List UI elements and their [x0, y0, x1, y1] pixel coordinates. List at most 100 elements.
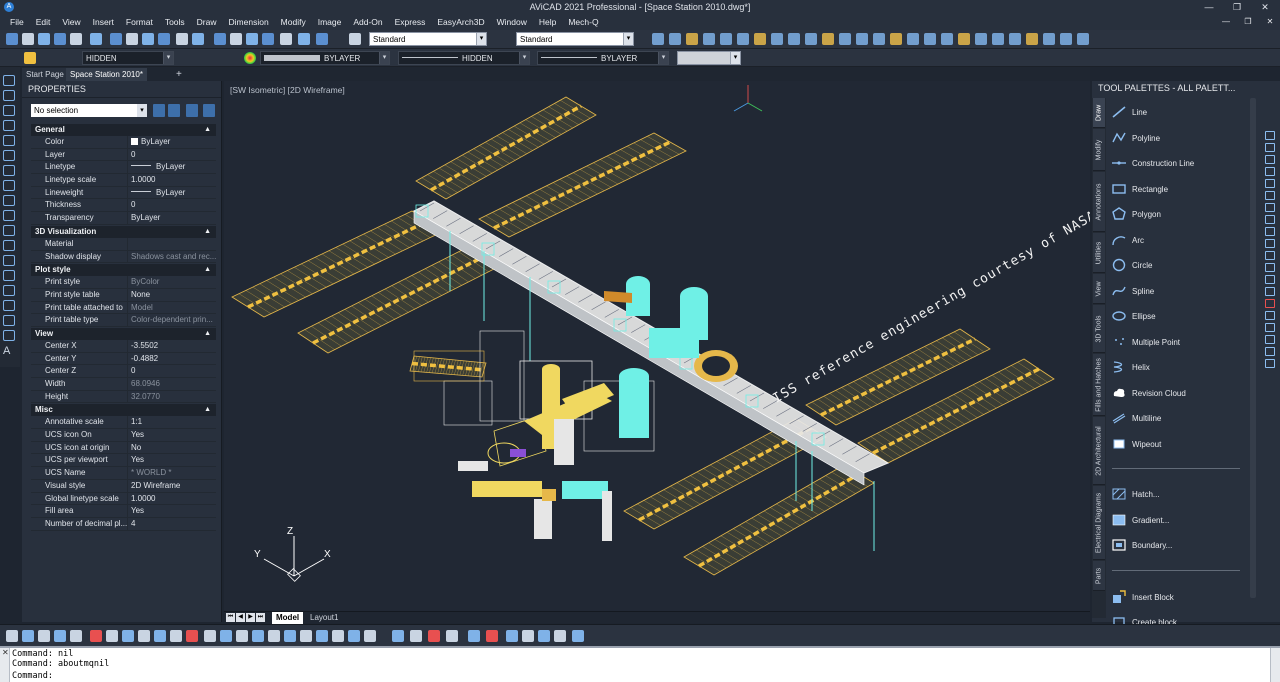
collapse-icon[interactable]: ▲	[204, 226, 211, 238]
property-section-header[interactable]: Plot style ▲	[31, 264, 216, 277]
polyline-tool-icon[interactable]	[3, 90, 15, 101]
property-value[interactable]: 32.0770	[128, 391, 216, 403]
property-value[interactable]: ByLayer	[128, 161, 216, 173]
redo-icon[interactable]	[192, 33, 204, 45]
dimension-tool-icon[interactable]	[1077, 33, 1089, 45]
palette-item-revision-cloud[interactable]: Revision Cloud	[1110, 382, 1248, 404]
status-tool-icon[interactable]	[70, 630, 82, 642]
palette-item-gradient[interactable]: Gradient...	[1110, 509, 1248, 531]
print-preview-icon[interactable]	[90, 33, 102, 45]
menu-window[interactable]: Window	[491, 17, 533, 27]
status-tool-icon[interactable]	[284, 630, 296, 642]
property-value[interactable]: Color-dependent prin...	[128, 314, 216, 326]
modify-tool-icon[interactable]	[1265, 347, 1275, 356]
property-value[interactable]: Yes	[128, 505, 216, 517]
palette-item-construction-line[interactable]: Construction Line	[1110, 152, 1248, 174]
property-value[interactable]: ByLayer	[128, 212, 216, 224]
dimension-tool-icon[interactable]	[788, 33, 800, 45]
zoom-realtime-icon[interactable]	[230, 33, 242, 45]
dimension-tool-icon[interactable]	[839, 33, 851, 45]
modify-tool-icon[interactable]	[1265, 215, 1275, 224]
dimension-tool-icon[interactable]	[822, 33, 834, 45]
property-value[interactable]: * WORLD *	[128, 467, 216, 479]
status-tool-icon[interactable]	[572, 630, 584, 642]
status-tool-icon[interactable]	[154, 630, 166, 642]
menu-add-on[interactable]: Add-On	[347, 17, 388, 27]
select-objects-icon[interactable]	[168, 104, 180, 117]
selection-combo[interactable]: No selection ▾	[31, 104, 147, 117]
palette-tab-annotations[interactable]: Annotations	[1093, 172, 1105, 232]
palette-item-insert-block[interactable]: Insert Block	[1110, 586, 1248, 608]
palette-item-polygon[interactable]: Polygon	[1110, 203, 1248, 225]
status-tool-icon[interactable]	[468, 630, 480, 642]
dimension-tool-icon[interactable]	[669, 33, 681, 45]
modify-tool-icon[interactable]	[1265, 203, 1275, 212]
property-value[interactable]: ByColor	[128, 276, 216, 288]
transparency-combo[interactable]: ▾	[677, 51, 741, 65]
modify-tool-icon[interactable]	[1265, 299, 1275, 308]
property-value[interactable]: 0	[128, 149, 216, 161]
property-value[interactable]: 1.0000	[128, 493, 216, 505]
doc-close-button[interactable]: ✕	[1260, 14, 1280, 30]
hatch-tool-icon[interactable]	[3, 210, 15, 221]
modify-tool-icon[interactable]	[1265, 179, 1275, 188]
close-command-icon[interactable]: ✕	[2, 648, 9, 657]
table-tool-icon[interactable]	[3, 300, 15, 311]
property-value[interactable]: -3.5502	[128, 340, 216, 352]
modify-tool-icon[interactable]	[1265, 311, 1275, 320]
property-value[interactable]: -0.4882	[128, 353, 216, 365]
property-row[interactable]: Center X -3.5502	[31, 339, 216, 353]
property-section-header[interactable]: General ▲	[31, 124, 216, 136]
status-tool-icon[interactable]	[252, 630, 264, 642]
layer-combo[interactable]: HIDDEN ▾	[82, 51, 174, 65]
property-row[interactable]: Visual style 2D Wireframe	[31, 479, 216, 493]
zoom-window-icon[interactable]	[246, 33, 258, 45]
toggle-pickadd-icon[interactable]	[153, 104, 165, 117]
dimension-tool-icon[interactable]	[958, 33, 970, 45]
dimension-tool-icon[interactable]	[720, 33, 732, 45]
save-as-icon[interactable]	[54, 33, 66, 45]
status-tool-icon[interactable]	[236, 630, 248, 642]
prev-layout-icon[interactable]: ◀	[236, 613, 245, 622]
property-row[interactable]: Center Z0	[31, 365, 216, 378]
status-tool-icon[interactable]	[522, 630, 534, 642]
new-tab-button[interactable]: +	[172, 68, 186, 81]
dimension-tool-icon[interactable]	[652, 33, 664, 45]
property-value[interactable]: No	[128, 442, 216, 454]
print-icon[interactable]	[70, 33, 82, 45]
property-value[interactable]: 68.0946	[128, 378, 216, 390]
status-tool-icon[interactable]	[22, 630, 34, 642]
status-tool-icon[interactable]	[38, 630, 50, 642]
status-tool-icon[interactable]	[364, 630, 376, 642]
rectangle-tool-icon[interactable]	[3, 135, 15, 146]
palette-item-helix[interactable]: Helix	[1110, 356, 1248, 378]
line-tool-icon[interactable]	[3, 75, 15, 86]
palette-item-polyline[interactable]: Polyline	[1110, 127, 1248, 149]
doc-restore-button[interactable]: ❐	[1238, 14, 1258, 30]
redraw-icon[interactable]	[298, 33, 310, 45]
palette-tab-3d-tools[interactable]: 3D Tools	[1093, 305, 1105, 353]
lineweight-combo[interactable]: BYLAYER ▾	[537, 51, 669, 65]
palette-item-boundary[interactable]: Boundary...	[1110, 534, 1248, 556]
modify-tool-icon[interactable]	[1265, 239, 1275, 248]
palette-item-arc[interactable]: Arc	[1110, 229, 1248, 251]
match-properties-icon[interactable]	[158, 33, 170, 45]
dimension-tool-icon[interactable]	[686, 33, 698, 45]
minimize-button[interactable]: —	[1196, 0, 1222, 14]
status-tool-icon[interactable]	[428, 630, 440, 642]
paste-icon[interactable]	[142, 33, 154, 45]
pan-icon[interactable]	[214, 33, 226, 45]
ellipse-arc-tool-icon[interactable]	[3, 240, 15, 251]
modify-tool-icon[interactable]	[1265, 191, 1275, 200]
circle-tool-icon[interactable]	[3, 165, 15, 176]
first-layout-icon[interactable]: ⏮	[226, 613, 235, 622]
palette-item-circle[interactable]: Circle	[1110, 254, 1248, 276]
arc-tool-icon[interactable]	[3, 105, 15, 116]
open-icon[interactable]	[22, 33, 34, 45]
property-row[interactable]: Print style table None	[31, 288, 216, 302]
property-value[interactable]: 2D Wireframe	[128, 480, 216, 492]
property-value[interactable]: Shadows cast and rec...	[128, 251, 216, 263]
status-tool-icon[interactable]	[506, 630, 518, 642]
modify-tool-icon[interactable]	[1265, 143, 1275, 152]
menu-express[interactable]: Express	[389, 17, 432, 27]
